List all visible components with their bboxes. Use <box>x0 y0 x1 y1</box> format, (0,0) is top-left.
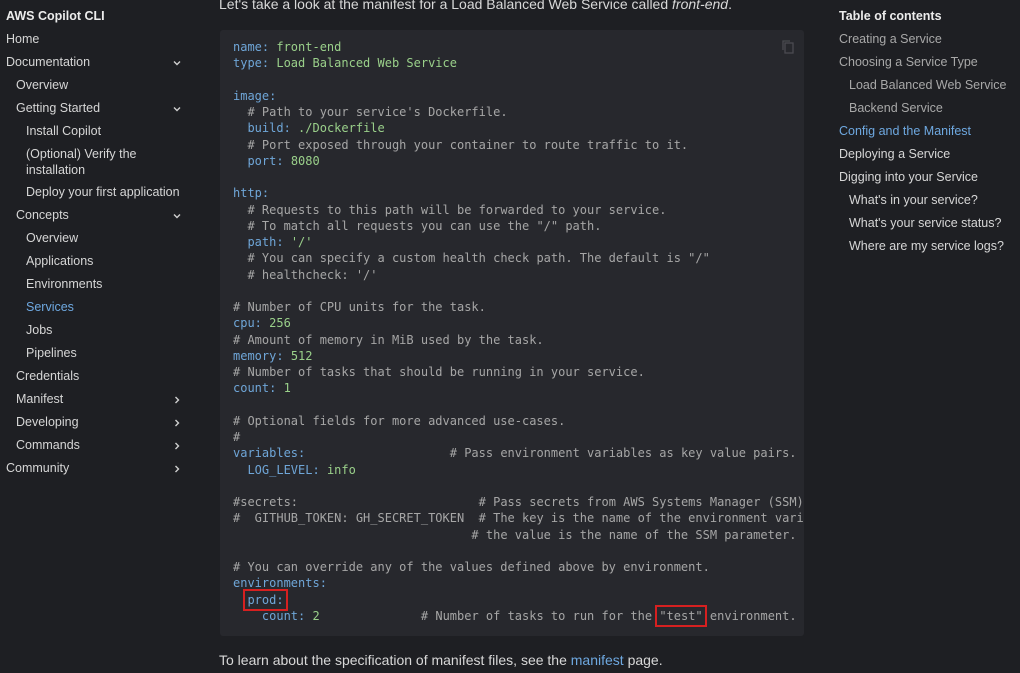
chevron-down-icon[interactable] <box>172 58 182 68</box>
toc-item-digging[interactable]: Digging into your Service <box>839 169 978 185</box>
sidebar-item-pipelines[interactable]: Pipelines <box>26 345 77 361</box>
sidebar-item-services[interactable]: Services <box>26 299 74 315</box>
intro-service-name: front-end <box>672 0 729 12</box>
manifest-code-block: name: front-end type: Load Balanced Web … <box>220 30 804 636</box>
manifest-link[interactable]: manifest <box>571 652 624 668</box>
sidebar-item-environments[interactable]: Environments <box>26 276 102 292</box>
prod-key-highlight: prod: <box>243 588 288 611</box>
sidebar-item-community[interactable]: Community <box>6 460 69 476</box>
sidebar-item-verify-installation[interactable]: (Optional) Verify the installation <box>26 146 176 178</box>
sidebar-item-install-copilot[interactable]: Install Copilot <box>26 123 101 139</box>
sidebar-nav: AWS Copilot CLI Home Documentation Overv… <box>0 0 200 673</box>
toc-item-config-manifest[interactable]: Config and the Manifest <box>839 123 971 139</box>
sidebar-item-concepts[interactable]: Concepts <box>16 207 69 223</box>
sidebar-item-commands[interactable]: Commands <box>16 437 80 453</box>
sidebar-item-manifest[interactable]: Manifest <box>16 391 63 407</box>
sidebar-item-deploy-first-app[interactable]: Deploy your first application <box>26 184 180 200</box>
sidebar-item-documentation[interactable]: Documentation <box>6 54 90 70</box>
intro-paragraph: Let's take a look at the manifest for a … <box>219 0 732 12</box>
sidebar-item-applications[interactable]: Applications <box>26 253 93 269</box>
chevron-down-icon[interactable] <box>172 211 182 221</box>
toc-item-status[interactable]: What's your service status? <box>849 215 1001 231</box>
manifest-code: name: front-end type: Load Balanced Web … <box>233 40 804 627</box>
intro-suffix: . <box>728 0 732 12</box>
toc-title: Table of contents <box>839 9 942 23</box>
outro-paragraph: To learn about the specification of mani… <box>219 652 663 668</box>
test-env-highlight: "test" <box>655 604 707 627</box>
chevron-right-icon[interactable] <box>172 464 182 474</box>
toc-item-whats-in[interactable]: What's in your service? <box>849 192 978 208</box>
sidebar-item-home[interactable]: Home <box>6 31 39 47</box>
outro-suffix: page. <box>623 652 663 668</box>
toc-item-lbws[interactable]: Load Balanced Web Service <box>849 77 1007 93</box>
toc-item-backend-service[interactable]: Backend Service <box>849 100 943 116</box>
sidebar-item-getting-started[interactable]: Getting Started <box>16 100 100 116</box>
intro-text: Let's take a look at the manifest for a … <box>219 0 673 12</box>
toc-item-logs[interactable]: Where are my service logs? <box>849 238 1004 254</box>
sidebar-item-overview[interactable]: Overview <box>16 77 68 93</box>
site-title[interactable]: AWS Copilot CLI <box>6 9 105 23</box>
chevron-right-icon[interactable] <box>172 395 182 405</box>
chevron-right-icon[interactable] <box>172 418 182 428</box>
sidebar-item-concepts-overview[interactable]: Overview <box>26 230 78 246</box>
chevron-down-icon[interactable] <box>172 104 182 114</box>
page: AWS Copilot CLI Home Documentation Overv… <box>0 0 1020 673</box>
toc-item-choosing-type[interactable]: Choosing a Service Type <box>839 54 978 70</box>
toc-item-creating-service[interactable]: Creating a Service <box>839 31 942 47</box>
chevron-right-icon[interactable] <box>172 441 182 451</box>
toc-item-deploying[interactable]: Deploying a Service <box>839 146 950 162</box>
outro-text: To learn about the specification of mani… <box>219 652 571 668</box>
sidebar-item-credentials[interactable]: Credentials <box>16 368 79 384</box>
sidebar-item-jobs[interactable]: Jobs <box>26 322 52 338</box>
sidebar-item-developing[interactable]: Developing <box>16 414 79 430</box>
